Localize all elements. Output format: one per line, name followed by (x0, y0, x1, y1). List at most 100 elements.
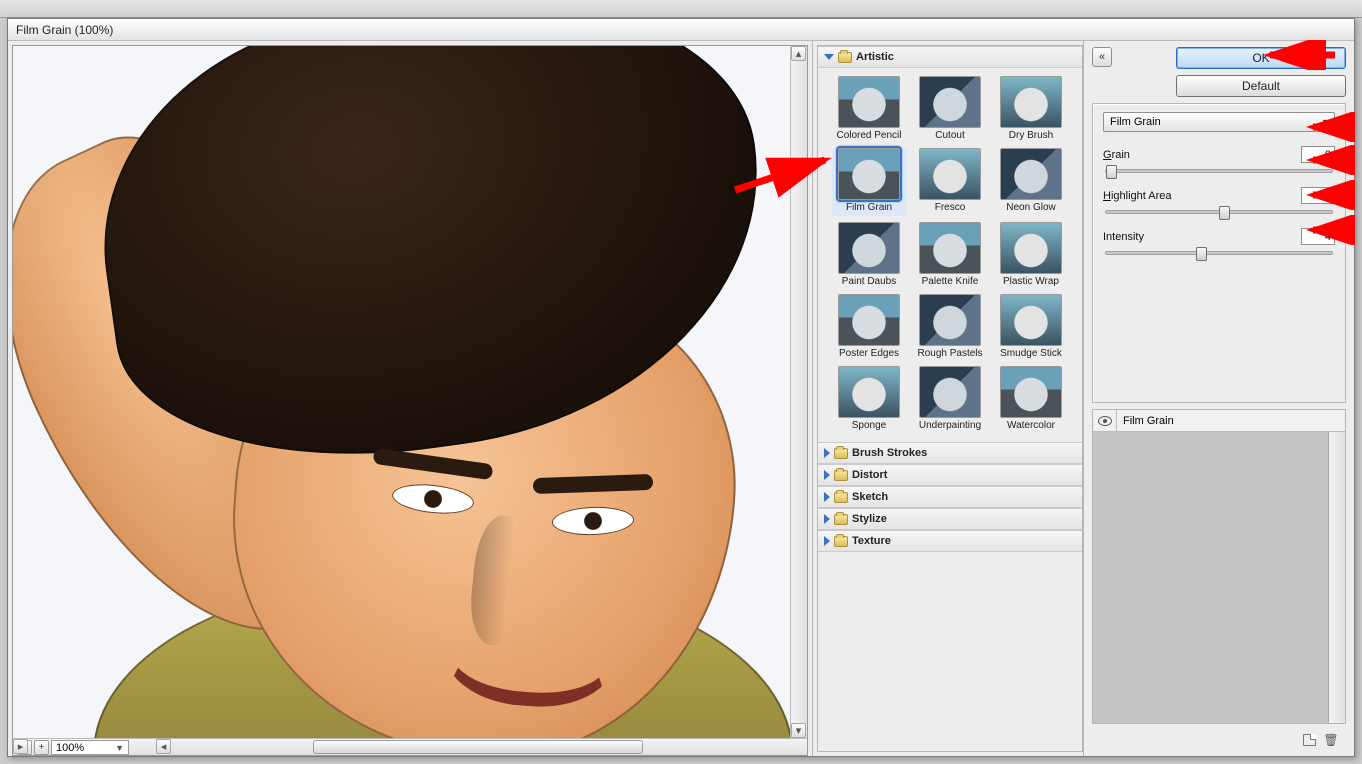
filter-thumb-image (919, 222, 981, 274)
chevron-down-icon: ▼ (1321, 117, 1330, 127)
preview-vertical-scrollbar[interactable]: ▴ ▾ (790, 46, 807, 738)
filter-thumb-label: Sponge (832, 420, 907, 432)
filter-select-dropdown[interactable]: Film Grain ▼ (1103, 112, 1335, 132)
delete-effect-layer-button[interactable]: 🗑 (1324, 733, 1338, 747)
filter-thumb-dry-brush[interactable]: Dry Brush (994, 76, 1069, 142)
horizontal-scroll-track[interactable] (173, 739, 790, 755)
filter-thumb-sponge[interactable]: Sponge (832, 366, 907, 432)
triangle-right-icon (824, 492, 830, 502)
filter-thumb-label: Colored Pencil (832, 130, 907, 142)
default-button-label: Default (1242, 79, 1280, 93)
filter-thumb-image (838, 76, 900, 128)
highlight-area-slider-thumb[interactable] (1219, 206, 1230, 220)
folder-icon (838, 52, 852, 63)
ok-button[interactable]: OK (1176, 47, 1346, 69)
preview-image (13, 46, 790, 738)
filter-thumb-label: Dry Brush (994, 130, 1069, 142)
grain-slider[interactable] (1105, 169, 1333, 173)
filter-thumb-cutout[interactable]: Cutout (913, 76, 988, 142)
category-label: Stylize (852, 513, 887, 525)
horizontal-scroll-thumb[interactable] (313, 740, 643, 754)
filter-category-list[interactable]: Artistic Colored Pencil Cutout Dry Brush Fil… (818, 46, 1082, 751)
filter-thumb-image (1000, 222, 1062, 274)
new-effect-layer-button[interactable] (1302, 733, 1316, 747)
filter-thumb-image (1000, 294, 1062, 346)
chevron-down-icon: ▼ (115, 743, 124, 753)
eye-icon (1098, 416, 1112, 426)
grain-input[interactable] (1301, 146, 1335, 163)
effect-stack-scrollbar[interactable] (1328, 432, 1345, 723)
filter-thumb-fresco[interactable]: Fresco (913, 148, 988, 216)
filter-thumb-label: Palette Knife (913, 276, 988, 288)
category-label: Texture (852, 535, 891, 547)
filter-thumb-label: Poster Edges (832, 348, 907, 360)
background-tab-strip (0, 0, 1362, 18)
triangle-right-icon (824, 514, 830, 524)
collapse-gallery-button[interactable]: « (1092, 47, 1112, 67)
triangle-right-icon (824, 448, 830, 458)
grain-label: Grain (1103, 149, 1130, 161)
filter-thumb-watercolor[interactable]: Watercolor (994, 366, 1069, 432)
filter-thumb-palette-knife[interactable]: Palette Knife (913, 222, 988, 288)
filter-thumb-neon-glow[interactable]: Neon Glow (994, 148, 1069, 216)
folder-icon (834, 536, 848, 547)
category-header-stylize[interactable]: Stylize (818, 509, 1082, 530)
intensity-slider-row: Intensity (1103, 228, 1335, 255)
scroll-down-button[interactable]: ▾ (791, 723, 806, 738)
category-header-sketch[interactable]: Sketch (818, 487, 1082, 508)
dialog-titlebar: Film Grain (100%) (8, 19, 1354, 41)
filter-select-value: Film Grain (1110, 116, 1161, 128)
dialog-title: Film Grain (100%) (16, 23, 113, 37)
zoom-in-button[interactable]: + (34, 740, 49, 755)
filter-thumb-paint-daubs[interactable]: Paint Daubs (832, 222, 907, 288)
filter-thumb-image (1000, 148, 1062, 200)
filter-thumb-image (1000, 366, 1062, 418)
triangle-right-icon (824, 536, 830, 546)
scroll-up-button[interactable]: ▴ (791, 46, 806, 61)
trash-icon: 🗑 (1323, 733, 1338, 747)
folder-icon (834, 448, 848, 459)
category-header-artistic[interactable]: Artistic (818, 47, 1082, 68)
filter-thumb-label: Plastic Wrap (994, 276, 1069, 288)
filter-thumb-plastic-wrap[interactable]: Plastic Wrap (994, 222, 1069, 288)
grain-slider-row: Grain (1103, 146, 1335, 173)
grain-slider-thumb[interactable] (1106, 165, 1117, 179)
filter-thumb-rough-pastels[interactable]: Rough Pastels (913, 294, 988, 360)
effect-stack-item-label: Film Grain (1117, 415, 1180, 427)
highlight-area-label: Highlight Area (1103, 190, 1172, 202)
highlight-area-input[interactable] (1301, 187, 1335, 204)
filter-thumb-film-grain[interactable]: Film Grain (832, 148, 907, 216)
filter-thumb-image (838, 294, 900, 346)
visibility-toggle[interactable] (1093, 410, 1117, 431)
zoom-level-dropdown[interactable]: 100% ▼ (51, 740, 129, 755)
filter-thumb-image (919, 76, 981, 128)
intensity-slider-thumb[interactable] (1196, 247, 1207, 261)
scroll-right-button[interactable]: ▸ (13, 739, 28, 754)
category-header-distort[interactable]: Distort (818, 465, 1082, 486)
preview-canvas[interactable] (13, 46, 790, 738)
filter-thumb-smudge-stick[interactable]: Smudge Stick (994, 294, 1069, 360)
effect-stack-panel: Film Grain (1092, 409, 1346, 724)
new-layer-icon (1303, 734, 1316, 746)
intensity-input[interactable] (1301, 228, 1335, 245)
filter-thumb-colored-pencil[interactable]: Colored Pencil (832, 76, 907, 142)
folder-icon (834, 470, 848, 481)
filter-thumb-image (919, 294, 981, 346)
effect-stack-item[interactable]: Film Grain (1093, 410, 1345, 432)
scroll-left-button[interactable]: ◂ (156, 739, 171, 754)
filter-thumb-image (838, 366, 900, 418)
highlight-area-slider[interactable] (1105, 210, 1333, 214)
folder-icon (834, 492, 848, 503)
default-button[interactable]: Default (1176, 75, 1346, 97)
filter-thumb-underpainting[interactable]: Underpainting (913, 366, 988, 432)
filter-thumb-label: Cutout (913, 130, 988, 142)
filter-thumb-poster-edges[interactable]: Poster Edges (832, 294, 907, 360)
settings-column: « OK Default Film Grain ▼ (1084, 41, 1354, 756)
category-label: Distort (852, 469, 887, 481)
filter-thumb-label: Paint Daubs (832, 276, 907, 288)
category-header-brush-strokes[interactable]: Brush Strokes (818, 443, 1082, 464)
filter-thumb-image (838, 148, 900, 200)
category-header-texture[interactable]: Texture (818, 531, 1082, 552)
triangle-down-icon (824, 54, 834, 60)
intensity-slider[interactable] (1105, 251, 1333, 255)
